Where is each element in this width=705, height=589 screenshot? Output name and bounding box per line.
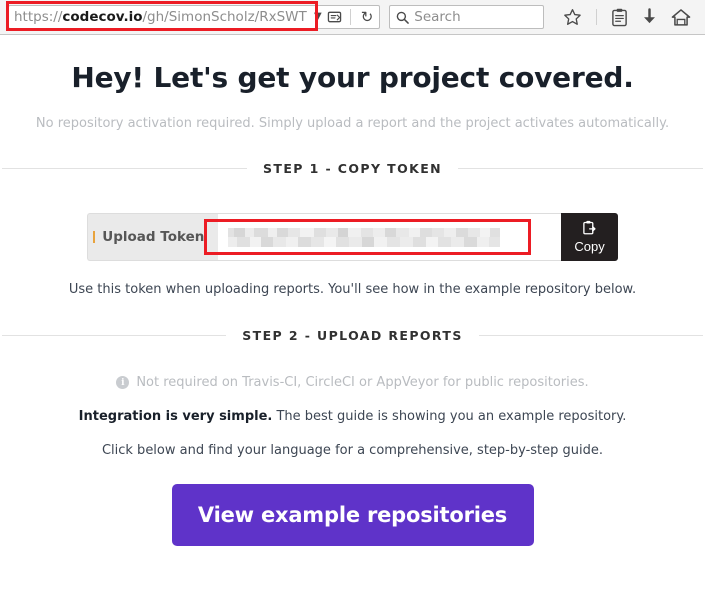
info-icon: i xyxy=(116,376,130,389)
step2-rule-right xyxy=(478,335,704,336)
search-placeholder: Search xyxy=(414,9,461,25)
copy-token-button[interactable]: Copy xyxy=(561,213,618,261)
url-path: /gh/SimonScholz/RxSWT xyxy=(142,9,307,25)
home-icon[interactable] xyxy=(671,8,691,27)
clipboard-copy-icon xyxy=(582,220,597,238)
chevron-down-icon[interactable]: ▼ xyxy=(314,12,322,22)
step2-section: STEP 2 - UPLOAD REPORTS i Not required o… xyxy=(0,328,705,546)
step2-line1-bold: Integration is very simple. xyxy=(78,409,273,424)
url-bar-buttons: ▼ ↻ xyxy=(310,5,381,29)
reload-icon[interactable]: ↻ xyxy=(359,9,376,25)
page-content: Hey! Let's get your project covered. No … xyxy=(0,35,705,546)
step1-rule-right xyxy=(458,168,704,169)
toolbar-divider xyxy=(349,9,351,25)
step1-helper-text: Use this token when uploading reports. Y… xyxy=(68,282,637,297)
step1-header: STEP 1 - COPY TOKEN xyxy=(0,161,705,176)
page-subtitle: No repository activation required. Simpl… xyxy=(35,116,670,131)
step2-line2: Click below and find your language for a… xyxy=(101,443,604,458)
step2-line1-rest: The best guide is showing you an example… xyxy=(272,409,627,424)
step2-header: STEP 2 - UPLOAD REPORTS xyxy=(0,328,705,343)
cta-wrapper: View example repositories xyxy=(0,484,705,546)
toolbar-divider-right xyxy=(596,9,597,25)
downloads-icon[interactable] xyxy=(641,7,658,27)
browser-toolbar: https://codecov.io/gh/SimonScholz/RxSWT … xyxy=(0,0,705,35)
search-input[interactable]: Search xyxy=(389,5,545,29)
step2-header-label: STEP 2 - UPLOAD REPORTS xyxy=(242,328,463,343)
address-bar-group: https://codecov.io/gh/SimonScholz/RxSWT … xyxy=(6,1,381,31)
step2-rule-left xyxy=(2,335,227,336)
upload-token-group: Upload Token Copy xyxy=(87,213,618,261)
step2-line1: Integration is very simple. The best gui… xyxy=(0,409,705,424)
reading-list-icon[interactable] xyxy=(611,8,628,27)
upload-token-row: Upload Token Copy xyxy=(0,213,705,261)
url-host: codecov.io xyxy=(62,9,143,25)
view-example-repositories-button[interactable]: View example repositories xyxy=(171,484,534,546)
step2-note-text: Not required on Travis-CI, CircleCI or A… xyxy=(136,375,589,390)
copy-token-label: Copy xyxy=(574,239,605,255)
search-icon xyxy=(396,11,410,24)
upload-token-input[interactable] xyxy=(93,213,562,261)
bookmark-star-icon[interactable] xyxy=(563,8,582,27)
step1-rule-left xyxy=(2,168,248,169)
url-input[interactable]: https://codecov.io/gh/SimonScholz/RxSWT xyxy=(8,5,310,29)
toolbar-right-icons xyxy=(563,7,697,27)
upload-token-label: Upload Token xyxy=(87,213,219,261)
page-title: Hey! Let's get your project covered. xyxy=(71,61,634,94)
page-actions-icon[interactable] xyxy=(327,10,342,24)
step1-header-label: STEP 1 - COPY TOKEN xyxy=(263,161,442,176)
step2-note: i Not required on Travis-CI, CircleCI or… xyxy=(0,375,705,390)
upload-token-redacted-value xyxy=(228,227,501,247)
url-scheme: https:// xyxy=(14,9,63,25)
